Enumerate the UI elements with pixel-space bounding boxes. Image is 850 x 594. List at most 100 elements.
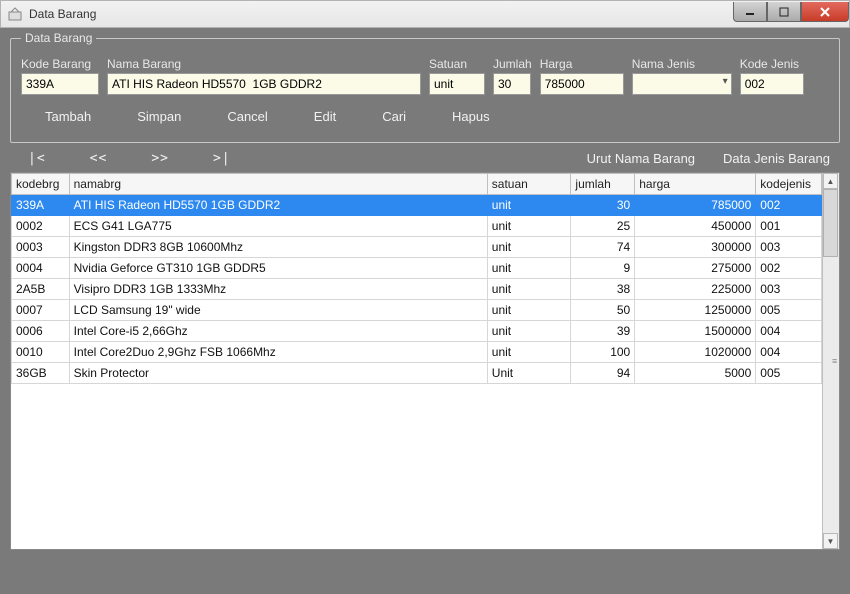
cell-jumlah: 50 xyxy=(571,300,635,321)
cancel-button[interactable]: Cancel xyxy=(227,109,267,124)
col-kodejenis[interactable]: kodejenis xyxy=(756,174,822,195)
cell-harga: 300000 xyxy=(635,237,756,258)
cell-harga: 5000 xyxy=(635,363,756,384)
cell-namabrg: Skin Protector xyxy=(69,363,487,384)
label-kode-jenis: Kode Jenis xyxy=(740,57,804,71)
form-row: Kode Barang Nama Barang Satuan Jumlah Ha… xyxy=(21,57,829,95)
cell-kodejenis: 001 xyxy=(756,216,822,237)
simpan-button[interactable]: Simpan xyxy=(137,109,181,124)
col-harga[interactable]: harga xyxy=(635,174,756,195)
cell-kodebrg: 36GB xyxy=(12,363,70,384)
scroll-down-button[interactable]: ▼ xyxy=(823,533,838,549)
scroll-up-button[interactable]: ▲ xyxy=(823,173,838,189)
col-kodebrg[interactable]: kodebrg xyxy=(12,174,70,195)
cell-kodebrg: 0007 xyxy=(12,300,70,321)
label-jumlah: Jumlah xyxy=(493,57,532,71)
tambah-button[interactable]: Tambah xyxy=(45,109,91,124)
table-row[interactable]: 0010Intel Core2Duo 2,9Ghz FSB 1066Mhzuni… xyxy=(12,342,822,363)
table-row[interactable]: 0003Kingston DDR3 8GB 10600Mhzunit743000… xyxy=(12,237,822,258)
cell-satuan: unit xyxy=(487,342,571,363)
cell-satuan: unit xyxy=(487,258,571,279)
cell-kodebrg: 0003 xyxy=(12,237,70,258)
cell-satuan: unit xyxy=(487,321,571,342)
col-satuan[interactable]: satuan xyxy=(487,174,571,195)
edit-button[interactable]: Edit xyxy=(314,109,336,124)
cell-kodejenis: 002 xyxy=(756,258,822,279)
scroll-grip-icon: ≡ xyxy=(832,356,838,366)
input-satuan[interactable] xyxy=(429,73,485,95)
cell-kodebrg: 0004 xyxy=(12,258,70,279)
cell-kodebrg: 0010 xyxy=(12,342,70,363)
col-namabrg[interactable]: namabrg xyxy=(69,174,487,195)
nav-next-button[interactable]: >> xyxy=(151,151,169,166)
cell-harga: 450000 xyxy=(635,216,756,237)
cell-namabrg: ATI HIS Radeon HD5570 1GB GDDR2 xyxy=(69,195,487,216)
input-kode-barang[interactable] xyxy=(21,73,99,95)
nav-last-button[interactable]: >| xyxy=(213,151,231,166)
nav-row: |< << >> >| Urut Nama Barang Data Jenis … xyxy=(10,147,840,172)
vertical-scrollbar[interactable]: ▲ ≡ ▼ xyxy=(822,173,839,549)
cell-kodebrg: 339A xyxy=(12,195,70,216)
nav-first-button[interactable]: |< xyxy=(28,151,46,166)
close-button[interactable] xyxy=(801,2,849,22)
cell-jumlah: 74 xyxy=(571,237,635,258)
field-jumlah: Jumlah xyxy=(493,57,532,95)
maximize-button[interactable] xyxy=(767,2,801,22)
cell-jumlah: 38 xyxy=(571,279,635,300)
cell-jumlah: 30 xyxy=(571,195,635,216)
scroll-thumb[interactable] xyxy=(823,189,838,257)
cell-namabrg: ECS G41 LGA775 xyxy=(69,216,487,237)
input-jumlah[interactable] xyxy=(493,73,531,95)
cell-harga: 275000 xyxy=(635,258,756,279)
table-wrap: kodebrg namabrg satuan jumlah harga kode… xyxy=(10,172,840,550)
select-nama-jenis[interactable] xyxy=(632,73,732,95)
input-nama-barang[interactable] xyxy=(107,73,421,95)
titlebar: Data Barang xyxy=(0,0,850,28)
cell-harga: 1500000 xyxy=(635,321,756,342)
label-satuan: Satuan xyxy=(429,57,485,71)
data-jenis-barang-button[interactable]: Data Jenis Barang xyxy=(723,151,830,166)
col-jumlah[interactable]: jumlah xyxy=(571,174,635,195)
table-row[interactable]: 339AATI HIS Radeon HD5570 1GB GDDR2unit3… xyxy=(12,195,822,216)
hapus-button[interactable]: Hapus xyxy=(452,109,490,124)
table-row[interactable]: 0007LCD Samsung 19" wideunit501250000005 xyxy=(12,300,822,321)
label-nama-jenis: Nama Jenis xyxy=(632,57,732,71)
cell-jumlah: 9 xyxy=(571,258,635,279)
data-grid[interactable]: kodebrg namabrg satuan jumlah harga kode… xyxy=(11,173,822,549)
cell-kodebrg: 2A5B xyxy=(12,279,70,300)
table-row[interactable]: 36GBSkin ProtectorUnit945000005 xyxy=(12,363,822,384)
field-nama-jenis: Nama Jenis xyxy=(632,57,732,95)
cell-namabrg: LCD Samsung 19" wide xyxy=(69,300,487,321)
cell-kodejenis: 004 xyxy=(756,321,822,342)
table-row[interactable]: 0002ECS G41 LGA775unit25450000001 xyxy=(12,216,822,237)
table-row[interactable]: 0004Nvidia Geforce GT310 1GB GDDR5unit92… xyxy=(12,258,822,279)
cell-namabrg: Intel Core2Duo 2,9Ghz FSB 1066Mhz xyxy=(69,342,487,363)
cari-button[interactable]: Cari xyxy=(382,109,406,124)
cell-namabrg: Kingston DDR3 8GB 10600Mhz xyxy=(69,237,487,258)
field-kode-jenis: Kode Jenis xyxy=(740,57,804,95)
cell-kodejenis: 004 xyxy=(756,342,822,363)
input-harga[interactable] xyxy=(540,73,624,95)
input-kode-jenis[interactable] xyxy=(740,73,804,95)
table-row[interactable]: 2A5BVisipro DDR3 1GB 1333Mhzunit38225000… xyxy=(12,279,822,300)
cell-harga: 1250000 xyxy=(635,300,756,321)
table-row[interactable]: 0006Intel Core-i5 2,66Ghzunit39150000000… xyxy=(12,321,822,342)
cell-kodejenis: 003 xyxy=(756,279,822,300)
field-kode-barang: Kode Barang xyxy=(21,57,99,95)
cell-kodejenis: 005 xyxy=(756,363,822,384)
cell-kodejenis: 003 xyxy=(756,237,822,258)
urut-nama-barang-button[interactable]: Urut Nama Barang xyxy=(587,151,695,166)
cell-satuan: unit xyxy=(487,216,571,237)
cell-jumlah: 25 xyxy=(571,216,635,237)
cell-namabrg: Intel Core-i5 2,66Ghz xyxy=(69,321,487,342)
cell-harga: 785000 xyxy=(635,195,756,216)
minimize-button[interactable] xyxy=(733,2,767,22)
cell-kodebrg: 0006 xyxy=(12,321,70,342)
cell-kodejenis: 002 xyxy=(756,195,822,216)
group-legend: Data Barang xyxy=(21,31,96,45)
field-satuan: Satuan xyxy=(429,57,485,95)
data-barang-group: Data Barang Kode Barang Nama Barang Satu… xyxy=(10,38,840,143)
nav-prev-button[interactable]: << xyxy=(90,151,108,166)
label-nama-barang: Nama Barang xyxy=(107,57,421,71)
cell-satuan: unit xyxy=(487,195,571,216)
